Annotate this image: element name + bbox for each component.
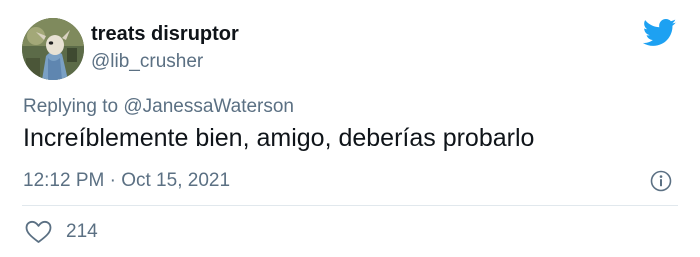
twitter-bird-icon[interactable] [643,19,677,47]
tweet-text: Increíblemente bien, amigo, deberías pro… [23,124,535,152]
replying-to-label: Replying to [23,96,119,117]
like-count: 214 [66,221,98,242]
tweet-timestamp[interactable]: 12:12 PM · Oct 15, 2021 [23,170,230,192]
timestamp-separator: · [109,170,116,191]
user-handle[interactable]: @lib_crusher [91,51,203,73]
avatar[interactable] [22,18,84,80]
replying-to: Replying to @JanessaWaterson [23,96,294,118]
tweet-card: treats disruptor @lib_crusher Replying t… [0,0,700,257]
heart-icon [25,220,52,243]
tweet-date: Oct 15, 2021 [121,170,231,191]
like-button[interactable]: 214 [25,219,98,245]
tweet-time: 12:12 PM [23,170,105,191]
divider [22,205,678,206]
display-name[interactable]: treats disruptor [91,23,239,46]
info-icon[interactable] [650,170,672,192]
avatar-image [22,18,84,80]
reply-mention-link[interactable]: @JanessaWaterson [123,96,294,117]
